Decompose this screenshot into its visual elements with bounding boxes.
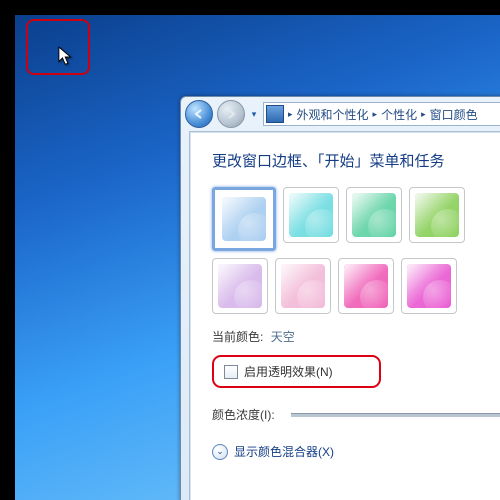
color-swatch[interactable] xyxy=(275,258,331,314)
nav-back-button[interactable] xyxy=(185,100,213,128)
color-swatch[interactable] xyxy=(346,187,402,243)
breadcrumb-item[interactable]: 窗口颜色 xyxy=(430,106,478,123)
chevron-right-icon: ▸ xyxy=(419,109,428,120)
breadcrumb-item[interactable]: 个性化 xyxy=(381,106,417,123)
color-intensity-slider[interactable] xyxy=(291,413,500,417)
transparency-checkbox[interactable] xyxy=(224,365,238,379)
color-mixer-label: 显示颜色混合器(X) xyxy=(234,443,334,460)
window-client-area: 更改窗口边框、「开始」菜单和任务 当前颜色: 天空 启用透明效果(N) 颜色浓度… xyxy=(189,131,500,500)
transparency-label: 启用透明效果(N) xyxy=(244,363,333,380)
chevron-right-icon: ▸ xyxy=(286,109,295,120)
color-swatch[interactable] xyxy=(283,187,339,243)
chevron-down-icon: ⌄ xyxy=(212,444,228,460)
breadcrumb-item[interactable]: 外观和个性化 xyxy=(297,106,369,123)
current-color-label: 当前颜色: xyxy=(212,330,263,344)
glass-icon xyxy=(407,264,451,308)
current-color-row: 当前颜色: 天空 xyxy=(212,328,497,345)
color-mixer-toggle[interactable]: ⌄ 显示颜色混合器(X) xyxy=(212,443,497,460)
glass-icon xyxy=(218,264,262,308)
glass-icon xyxy=(281,264,325,308)
cursor-pointer xyxy=(58,46,76,68)
address-icon xyxy=(266,105,284,123)
glass-icon xyxy=(289,193,333,237)
screenshot-stage: ▾ ▸ 外观和个性化 ▸ 个性化 ▸ 窗口颜色 更改窗口边框、「开始」菜单和任务… xyxy=(0,0,500,500)
glass-icon xyxy=(352,193,396,237)
color-intensity-label: 颜色浓度(I): xyxy=(212,406,275,423)
color-swatch[interactable] xyxy=(212,258,268,314)
chevron-right-icon: ▸ xyxy=(371,109,380,120)
current-color-value: 天空 xyxy=(271,330,295,344)
annotation-transparency-highlight: 启用透明效果(N) xyxy=(212,355,381,388)
page-title: 更改窗口边框、「开始」菜单和任务 xyxy=(212,150,497,171)
glass-icon xyxy=(222,197,266,241)
nav-history-dropdown[interactable]: ▾ xyxy=(249,109,259,120)
color-swatch[interactable] xyxy=(401,258,457,314)
color-intensity-row: 颜色浓度(I): xyxy=(212,406,497,423)
color-swatch-grid xyxy=(212,187,500,314)
explorer-window: ▾ ▸ 外观和个性化 ▸ 个性化 ▸ 窗口颜色 更改窗口边框、「开始」菜单和任务… xyxy=(180,96,500,500)
color-swatch[interactable] xyxy=(409,187,465,243)
address-bar[interactable]: ▸ 外观和个性化 ▸ 个性化 ▸ 窗口颜色 xyxy=(263,102,500,126)
nav-forward-button[interactable] xyxy=(217,100,245,128)
color-swatch[interactable] xyxy=(212,187,276,251)
window-titlebar: ▾ ▸ 外观和个性化 ▸ 个性化 ▸ 窗口颜色 xyxy=(181,97,500,131)
color-swatch[interactable] xyxy=(338,258,394,314)
glass-icon xyxy=(344,264,388,308)
glass-icon xyxy=(415,193,459,237)
page-content: 更改窗口边框、「开始」菜单和任务 当前颜色: 天空 启用透明效果(N) 颜色浓度… xyxy=(190,132,500,470)
